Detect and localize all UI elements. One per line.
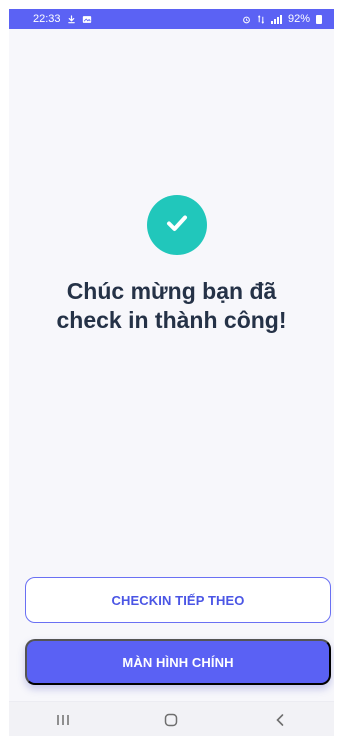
time-text: 22:33 <box>33 13 61 25</box>
signal-icon <box>270 14 282 24</box>
alarm-icon <box>242 15 251 24</box>
status-bar: 22:33 92% <box>9 9 334 29</box>
checkin-success-screen: 22:33 92% Chúc mừng bạn đã check in thàn… <box>9 9 334 736</box>
status-left: 22:33 <box>33 13 92 25</box>
battery-text: 92% <box>287 13 310 25</box>
checkin-next-button[interactable]: CHECKIN TIẾP THEO <box>25 577 331 623</box>
success-message-line-2: check in thành công! <box>56 307 287 333</box>
recent-apps-icon[interactable] <box>43 710 83 730</box>
check-icon <box>163 209 191 242</box>
home-icon[interactable] <box>151 710 191 730</box>
success-check-badge <box>147 195 207 255</box>
download-icon <box>67 14 76 24</box>
main-screen-button[interactable]: MÀN HÌNH CHÍNH <box>25 639 331 685</box>
back-icon[interactable] <box>260 710 300 730</box>
battery-icon <box>316 14 322 24</box>
status-right: 92% <box>242 13 322 25</box>
success-message: Chúc mừng bạn đã check in thành công! <box>9 277 334 335</box>
image-icon <box>82 15 92 24</box>
system-navigation-bar <box>9 701 334 736</box>
network-icon <box>257 14 265 24</box>
success-message-line-1: Chúc mừng bạn đã <box>66 278 277 304</box>
